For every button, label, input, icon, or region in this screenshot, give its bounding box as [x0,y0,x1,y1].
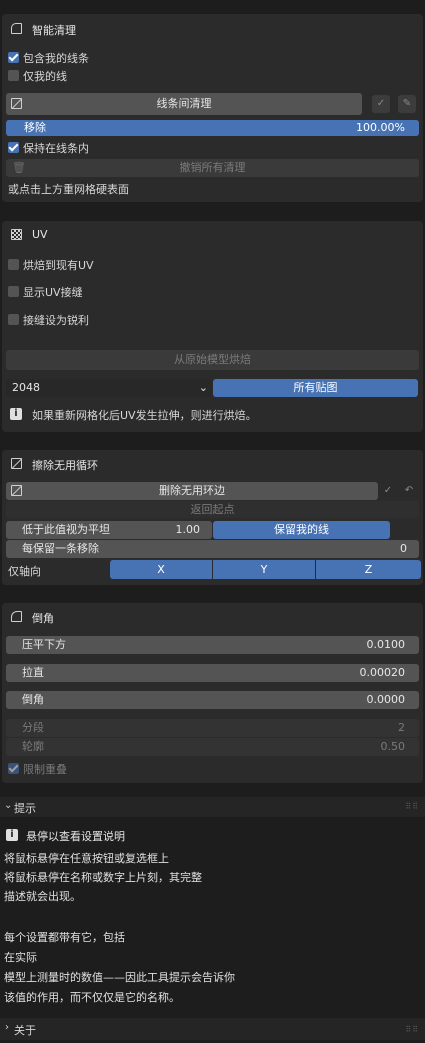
tips-line: 描述就会出现。 [4,890,81,903]
tips-hover-header: 悬停以查看设置说明 [26,830,125,843]
seams-as-sharp-label[interactable]: 接缝设为锐利 [23,312,89,328]
erase-loops-panel: 擦除无用循环 删除无用环边 ✓ ↶ 返回起点 低于此值视为平坦 1.00 保留我… [2,450,423,585]
only-my-lines-checkbox[interactable] [8,70,19,81]
flatten-down-value: 0.0100 [366,638,406,651]
bevel-panel: 倒角 压平下方 0.0100 拉直 0.00020 倒角 0.0000 分段 2… [2,603,423,783]
tips-line: 每个设置都带有它，包括 [4,931,125,944]
all-textures-label: 所有贴图 [293,381,338,394]
about-title: 关于 [14,1024,36,1037]
limit-overlap-checkbox[interactable] [8,763,19,774]
undo-all-cleanup-button[interactable]: 🗑 撤销所有清理 [6,159,419,177]
keep-my-lines-label: 保留我的线 [274,523,329,536]
axis-y-button[interactable]: Y [213,560,316,579]
tips-line: 将鼠标悬停在名称或数字上片刻，其完整 [4,871,202,884]
bake-from-original-label: 从原始模型烘焙 [174,353,251,366]
delete-loops-icon [11,485,22,496]
smart-cleanup-title[interactable]: 智能清理 [32,22,76,38]
only-my-lines-label[interactable]: 仅我的线 [23,68,67,84]
segments-label: 分段 [22,721,44,734]
remesh-hint-text: 或点击上方重网格硬表面 [8,183,129,196]
bake-to-existing-uv-label[interactable]: 烘焙到现有UV [23,257,94,273]
confirm-check-icon-2[interactable]: ✓ [379,482,397,500]
profile-value: 0.50 [380,740,406,753]
delete-loops-label: 删除无用环边 [159,484,225,497]
keep-in-lines-label[interactable]: 保持在线条内 [23,140,89,156]
seams-as-sharp-checkbox[interactable] [8,314,19,325]
axis-z-button[interactable]: Z [316,560,421,579]
remove-every-field[interactable]: 每保留一条移除 0 [6,540,419,558]
straighten-field[interactable]: 拉直 0.00020 [6,664,419,682]
tips-title: 提示 [14,802,36,815]
clean-between-lines-label: 线条间清理 [156,97,212,110]
about-header[interactable]: › 关于 ⠿⠿ [0,1018,425,1040]
flat-below-value: 1.00 [175,523,201,536]
erase-loops-title[interactable]: 擦除无用循环 [32,457,98,473]
remove-value: 100.00% [356,121,405,134]
keep-my-lines-button[interactable]: 保留我的线 [213,521,390,539]
eyedropper-icon[interactable]: ✎ [398,95,416,113]
bake-to-existing-uv-checkbox[interactable] [8,259,19,270]
remove-every-value: 0 [400,542,407,555]
drag-grip-icon[interactable]: ⠿⠿ [405,802,419,811]
clean-between-lines-button[interactable]: 线条间清理 [6,93,362,115]
flatten-down-label: 压平下方 [22,638,66,651]
keep-in-lines-checkbox[interactable] [8,142,19,153]
uv-checker-icon [11,229,22,240]
show-uv-seams-checkbox[interactable] [8,286,19,297]
uv-panel: UV 烘焙到现有UV 显示UV接缝 接缝设为锐利 从原始模型烘焙 2048 ⌄ … [2,221,423,432]
limit-overlap-label[interactable]: 限制重叠 [23,761,67,777]
remove-label: 移除 [24,121,46,134]
chevron-down-icon: ⌄ [4,800,13,811]
straighten-label: 拉直 [22,666,44,679]
info-icon: i [10,408,22,420]
erase-loops-icon [11,458,22,469]
return-start-label: 返回起点 [190,503,235,516]
profile-field[interactable]: 轮廓 0.50 [6,738,419,756]
resolution-value: 2048 [12,381,40,394]
chevron-down-icon: ⌄ [198,381,208,394]
remove-every-label: 每保留一条移除 [22,542,99,555]
return-start-button[interactable]: 返回起点 [6,501,419,518]
flatten-down-field[interactable]: 压平下方 0.0100 [6,636,419,654]
flat-below-label: 低于此值视为平坦 [22,523,110,536]
bevel-amount-field[interactable]: 倒角 0.0000 [6,691,419,709]
cleanup-line-icon [11,98,22,109]
undo-all-cleanup-label: 撤销所有清理 [179,161,246,174]
tips-header[interactable]: ⌄ 提示 ⠿⠿ [0,797,425,817]
axis-x-button[interactable]: X [110,560,213,579]
tips-line: 模型上测量时的数值——因此工具提示会告诉你 [4,971,235,984]
tips-line: 在实际 [4,951,37,964]
remove-slider[interactable]: 移除 100.00% [6,120,419,136]
axis-selector: X Y Z [110,560,421,579]
show-uv-seams-label[interactable]: 显示UV接缝 [23,284,83,300]
resolution-dropdown[interactable]: 2048 ⌄ [6,379,212,397]
uv-info-text: 如果重新网格化后UV发生拉伸，则进行烘焙。 [32,409,257,422]
confirm-check-icon[interactable]: ✓ [372,95,390,113]
axis-only-label: 仅轴向 [8,565,41,578]
bevel-icon [11,611,22,622]
bevel-amount-label: 倒角 [22,693,44,706]
include-my-lines-checkbox[interactable] [8,52,19,63]
uv-title[interactable]: UV [32,228,48,241]
tips-line: 将鼠标悬停在任意按钮或复选框上 [4,852,169,865]
include-my-lines-label[interactable]: 包含我的线条 [23,50,89,66]
trash-icon: 🗑 [12,161,26,174]
all-textures-button[interactable]: 所有贴图 [213,379,418,397]
flat-below-field[interactable]: 低于此值视为平坦 1.00 [6,521,212,539]
straighten-value: 0.00020 [359,666,406,679]
tips-info-icon: i [6,829,18,841]
smart-cleanup-icon [11,23,22,34]
segments-value: 2 [398,721,405,734]
smart-cleanup-panel: 智能清理 包含我的线条 仅我的线 线条间清理 ✓ ✎ 移除 100.00% 保持… [2,14,423,202]
tips-line: 该值的作用，而不仅仅是它的名称。 [4,991,180,1004]
drag-grip-icon[interactable]: ⠿⠿ [405,1025,419,1034]
bevel-title[interactable]: 倒角 [32,610,54,626]
delete-loops-button[interactable]: 删除无用环边 [6,482,378,500]
chevron-right-icon: › [5,1022,9,1033]
bevel-amount-value: 0.0000 [366,693,406,706]
undo-arrow-icon[interactable]: ↶ [400,482,418,500]
bake-from-original-button[interactable]: 从原始模型烘焙 [6,350,419,370]
profile-label: 轮廓 [22,740,44,753]
segments-field[interactable]: 分段 2 [6,719,419,737]
